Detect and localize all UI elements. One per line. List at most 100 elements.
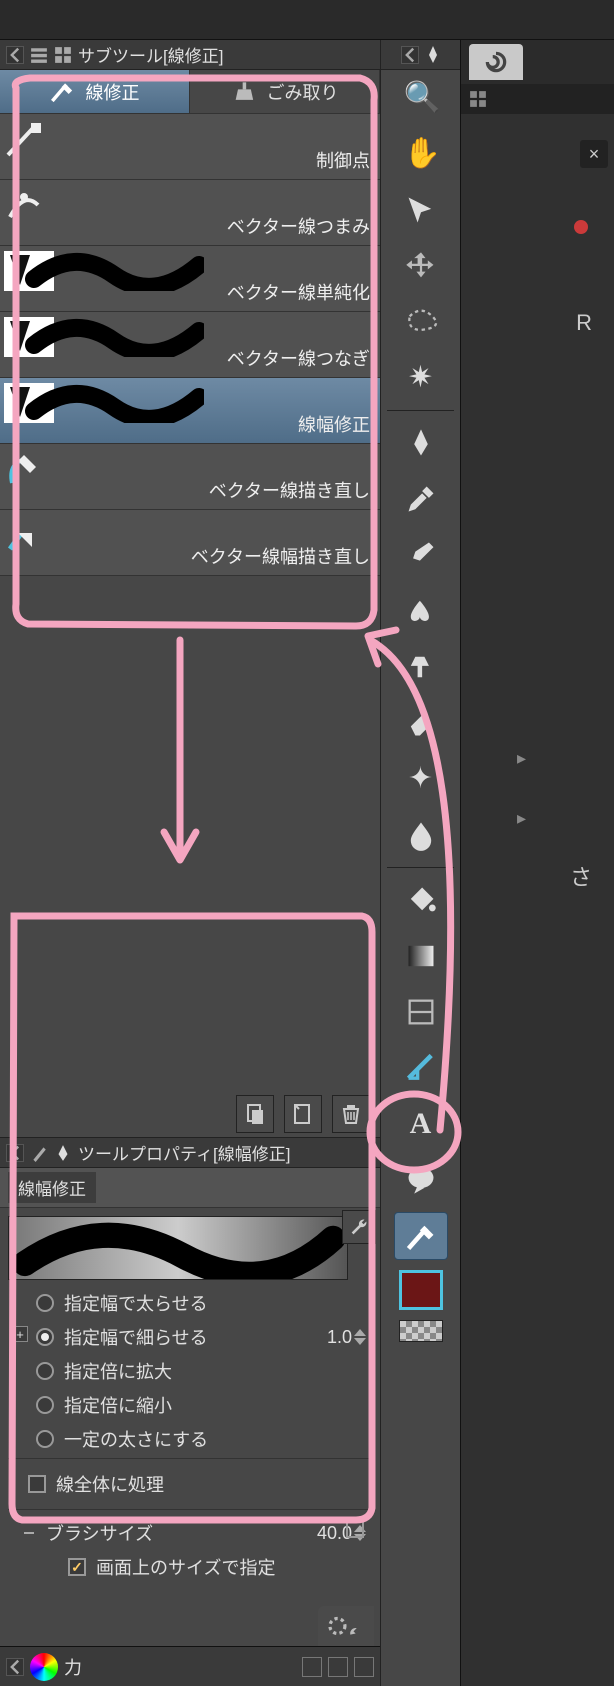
- radio-constant[interactable]: [36, 1430, 54, 1448]
- pen-nib-icon: [425, 45, 441, 65]
- chevron-right-icon[interactable]: ▸: [517, 748, 526, 769]
- screen-size-checkbox[interactable]: [68, 1558, 86, 1576]
- tool-gradient[interactable]: [394, 932, 448, 980]
- toolproperty-title: ツールプロパティ[線幅修正]: [78, 1140, 290, 1165]
- decoration-icon: ✦: [404, 762, 438, 796]
- tool-ruler[interactable]: [394, 1044, 448, 1092]
- tool-text[interactable]: A: [394, 1100, 448, 1148]
- radio-thicken[interactable]: [36, 1294, 54, 1312]
- tool-airbrush[interactable]: [394, 643, 448, 691]
- subtool-grid-icon[interactable]: [54, 46, 72, 64]
- right-letter-sa: さ: [570, 860, 592, 892]
- magnifier-icon: 🔍: [404, 81, 438, 115]
- panel-collapse-handle[interactable]: [6, 1658, 24, 1676]
- save-settings-button[interactable]: [318, 1606, 374, 1646]
- tool-paint[interactable]: [394, 587, 448, 635]
- mode-scale-down-row[interactable]: 指定倍に縮小: [8, 1386, 372, 1420]
- tab-dust-clean[interactable]: ごみ取り: [190, 70, 380, 113]
- line-correct-icon: [50, 80, 78, 104]
- mode-thicken-row[interactable]: 指定幅で太らせる: [8, 1284, 372, 1318]
- pen-nib-icon: [404, 426, 438, 460]
- width-value-field[interactable]: 1.0: [308, 1327, 368, 1348]
- mode-label: 指定倍に縮小: [64, 1392, 172, 1418]
- timeline-icon[interactable]: [302, 1657, 322, 1677]
- mode-label: 一定の太さにする: [64, 1426, 208, 1452]
- subtool-detail-button[interactable]: [342, 1210, 376, 1244]
- tool-wand[interactable]: ✷: [394, 354, 448, 402]
- pen-nib-icon: [54, 1144, 72, 1162]
- subtool-list-icon[interactable]: [30, 46, 48, 64]
- tool-frame[interactable]: [394, 988, 448, 1036]
- grid-view-icon[interactable]: [469, 90, 487, 108]
- whole-line-row[interactable]: 線全体に処理: [8, 1463, 372, 1505]
- paint-icon: [404, 594, 438, 628]
- subtool-vector-redraw[interactable]: ベクター線描き直し: [0, 444, 380, 510]
- stroke-preview: [4, 382, 224, 424]
- frame-icon: [404, 995, 438, 1029]
- dust-clean-icon: [231, 80, 259, 104]
- collapse-minus-icon[interactable]: [24, 1532, 34, 1534]
- left-column: サブツール[線修正] 線修正 ごみ取り 制御: [0, 40, 380, 1686]
- brush-size-link[interactable]: [346, 1520, 364, 1538]
- subtool-vector-simplify[interactable]: ベクター線単純化: [0, 246, 380, 312]
- operation-icon: [404, 193, 438, 227]
- toolbar-divider: [387, 867, 454, 868]
- paste-subtool-button[interactable]: [236, 1095, 274, 1133]
- tool-blend[interactable]: [394, 811, 448, 859]
- panel-collapse-handle[interactable]: [6, 1144, 24, 1162]
- mode-label: 指定倍に拡大: [64, 1358, 172, 1384]
- tab-line-correct[interactable]: 線修正: [0, 70, 190, 113]
- subtool-control-point[interactable]: 制御点: [0, 114, 380, 180]
- tool-lasso[interactable]: [394, 298, 448, 346]
- tool-decoration[interactable]: ✦: [394, 755, 448, 803]
- subtool-vector-pinch[interactable]: ベクター線つまみ: [0, 180, 380, 246]
- close-button[interactable]: ×: [580, 140, 608, 168]
- subtool-vector-width-redraw[interactable]: ベクター線幅描き直し: [0, 510, 380, 576]
- toolproperty-subtitle: 線幅修正: [8, 1172, 96, 1203]
- tool-eraser[interactable]: [394, 699, 448, 747]
- tool-fill[interactable]: [394, 876, 448, 924]
- expand-toggle[interactable]: +: [12, 1326, 28, 1342]
- subtool-line-width[interactable]: 線幅修正: [0, 378, 380, 444]
- tool-balloon[interactable]: [394, 1156, 448, 1204]
- chevron-right-icon[interactable]: ▸: [517, 808, 526, 829]
- tool-line-correct[interactable]: [394, 1212, 448, 1260]
- vector-redraw-icon: [4, 448, 224, 490]
- delete-subtool-button[interactable]: [332, 1095, 370, 1133]
- divider: [8, 1458, 372, 1459]
- subtool-vector-connect[interactable]: ベクター線つなぎ: [0, 312, 380, 378]
- width-spinner[interactable]: [354, 1329, 368, 1345]
- radio-scale-down[interactable]: [36, 1396, 54, 1414]
- toolbar-divider: [387, 410, 454, 411]
- mode-thin-row[interactable]: + 指定幅で細らせる 1.0: [8, 1318, 372, 1352]
- balloon-icon: [404, 1163, 438, 1197]
- panel-collapse-handle[interactable]: [6, 46, 24, 64]
- tab-label: 線修正: [86, 79, 140, 105]
- bottom-strip: 力: [0, 1646, 380, 1686]
- mode-label: 指定幅で太らせる: [64, 1290, 208, 1316]
- tool-hand[interactable]: ✋: [394, 130, 448, 178]
- tool-brush[interactable]: [394, 531, 448, 579]
- radio-thin[interactable]: [36, 1328, 54, 1346]
- tool-move[interactable]: [394, 242, 448, 290]
- screen-size-row[interactable]: 画面上のサイズで指定: [12, 1546, 368, 1588]
- tool-dropper[interactable]: [394, 475, 448, 523]
- asset-tab[interactable]: [469, 44, 523, 80]
- panel-collapse-handle[interactable]: [401, 46, 419, 64]
- timeline-icon[interactable]: [328, 1657, 348, 1677]
- transparent-color-chip[interactable]: [399, 1320, 443, 1342]
- mode-constant-row[interactable]: 一定の太さにする: [8, 1420, 372, 1454]
- foreground-color-chip[interactable]: [399, 1270, 443, 1310]
- new-subtool-button[interactable]: [284, 1095, 322, 1133]
- whole-line-checkbox[interactable]: [28, 1475, 46, 1493]
- timeline-icon[interactable]: [354, 1657, 374, 1677]
- radio-scale-up[interactable]: [36, 1362, 54, 1380]
- tool-icon: [30, 1144, 48, 1162]
- tool-pen[interactable]: [394, 419, 448, 467]
- mode-scale-up-row[interactable]: 指定倍に拡大: [8, 1352, 372, 1386]
- toolproperty-body: 指定幅で太らせる + 指定幅で細らせる 1.0: [0, 1208, 380, 1598]
- color-wheel-icon[interactable]: [30, 1653, 58, 1681]
- tab-label: ごみ取り: [267, 79, 339, 105]
- tool-magnifier[interactable]: 🔍: [394, 74, 448, 122]
- tool-operation[interactable]: [394, 186, 448, 234]
